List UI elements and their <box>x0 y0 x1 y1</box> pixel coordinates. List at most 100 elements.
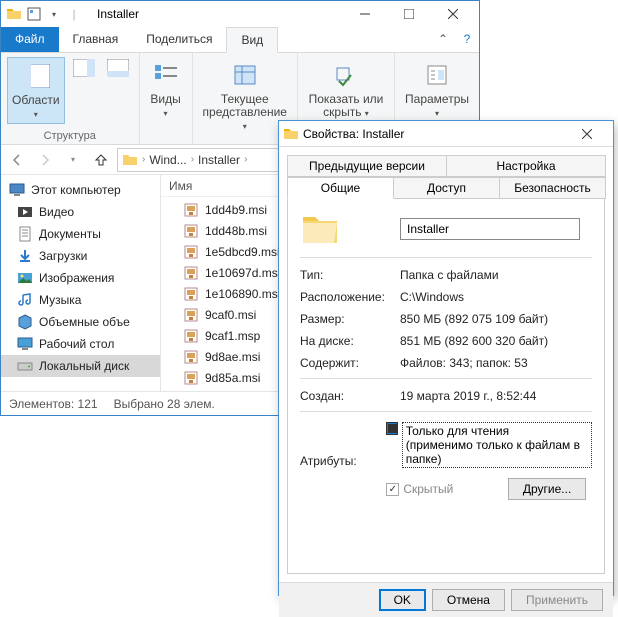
apply-button[interactable]: Применить <box>511 589 603 611</box>
window-controls <box>343 1 475 27</box>
status-selected: Выбрано 28 элем. <box>114 397 215 411</box>
created-label: Создан: <box>300 389 400 403</box>
this-pc-icon <box>9 182 25 198</box>
show-hide-button[interactable]: Показать или скрыть ▾ <box>304 57 388 122</box>
hidden-label: Скрытый <box>403 482 453 496</box>
ok-button[interactable]: OK <box>379 589 426 611</box>
collapse-ribbon-icon[interactable]: ⌃ <box>431 27 455 52</box>
msi-icon <box>183 370 199 386</box>
details-pane-icon <box>107 59 129 77</box>
advanced-button[interactable]: Другие... <box>508 478 586 500</box>
maximize-button[interactable] <box>387 1 431 27</box>
msi-icon <box>183 202 199 218</box>
chevron-right-icon[interactable]: › <box>244 154 247 165</box>
msi-icon <box>183 307 199 323</box>
tab-share[interactable]: Поделиться <box>132 27 226 52</box>
properties-dialog: Свойства: Installer Предыдущие версии На… <box>278 120 614 596</box>
folder-icon <box>283 126 299 142</box>
forward-button[interactable] <box>33 148 57 172</box>
preview-pane-button[interactable] <box>69 57 99 79</box>
file-name: 9caf1.msp <box>205 329 260 343</box>
msi-icon <box>183 349 199 365</box>
desktop-icon <box>17 336 33 352</box>
qat-dropdown-icon[interactable]: ▾ <box>45 5 63 23</box>
properties-qat-icon[interactable] <box>25 5 43 23</box>
views-label: Виды <box>150 92 180 106</box>
tree-label: Этот компьютер <box>31 183 121 197</box>
tree-3d-objects[interactable]: Объемные объе <box>1 311 160 333</box>
recent-dropdown-icon[interactable]: ▾ <box>61 148 85 172</box>
show-hide-label: Показать или скрыть <box>309 92 384 119</box>
tree-videos[interactable]: Видео <box>1 201 160 223</box>
pictures-icon <box>17 270 33 286</box>
tree-label: Объемные объе <box>39 315 130 329</box>
file-name: 1e5dbcd9.msi <box>205 245 280 259</box>
location-value: C:\Windows <box>400 290 464 304</box>
contains-value: Файлов: 343; папок: 53 <box>400 356 528 370</box>
breadcrumb-seg-2[interactable]: Installer <box>198 153 240 167</box>
tab-general[interactable]: Общие <box>287 177 394 199</box>
tree-label: Рабочий стол <box>39 337 114 351</box>
type-label: Тип: <box>300 268 400 282</box>
tab-previous-versions[interactable]: Предыдущие версии <box>287 155 447 177</box>
file-name: 1dd48b.msi <box>205 224 267 238</box>
disk-icon <box>17 358 33 374</box>
readonly-checkbox[interactable] <box>386 422 397 435</box>
preview-pane-icon <box>73 59 95 77</box>
quick-access-toolbar: ▾ | <box>5 5 83 23</box>
tab-file[interactable]: Файл <box>1 27 59 52</box>
tab-customize[interactable]: Настройка <box>446 155 606 177</box>
tree-label: Загрузки <box>39 249 87 263</box>
tab-security[interactable]: Безопасность <box>499 177 606 199</box>
tab-view[interactable]: Вид <box>226 27 278 53</box>
status-count: Элементов: 121 <box>9 397 98 411</box>
tree-this-pc[interactable]: Этот компьютер <box>1 179 160 201</box>
minimize-button[interactable] <box>343 1 387 27</box>
msi-icon <box>183 265 199 281</box>
details-pane-button[interactable] <box>103 57 133 79</box>
hidden-checkbox <box>386 483 399 496</box>
back-button[interactable] <box>5 148 29 172</box>
file-name: 1dd4b9.msi <box>205 203 267 217</box>
msi-icon <box>183 286 199 302</box>
tree-downloads[interactable]: Загрузки <box>1 245 160 267</box>
size-on-disk-value: 851 МБ (892 600 320 байт) <box>400 334 548 348</box>
msi-icon <box>183 244 199 260</box>
current-view-label: Текущее представление <box>203 92 287 119</box>
tree-documents[interactable]: Документы <box>1 223 160 245</box>
attributes-label: Атрибуты: <box>300 454 386 468</box>
tree-label: Изображения <box>39 271 114 285</box>
layout-views-icon <box>150 59 182 91</box>
chevron-right-icon[interactable]: › <box>142 154 145 165</box>
properties-tabs: Предыдущие версии Настройка Общие Доступ… <box>279 147 613 199</box>
cancel-button[interactable]: Отмена <box>432 589 505 611</box>
show-hide-icon <box>330 59 362 91</box>
documents-icon <box>17 226 33 242</box>
folder-name-input[interactable] <box>400 218 580 240</box>
folder-icon <box>122 152 138 168</box>
location-label: Расположение: <box>300 290 400 304</box>
up-button[interactable] <box>89 148 113 172</box>
contains-label: Содержит: <box>300 356 400 370</box>
chevron-right-icon[interactable]: › <box>191 154 194 165</box>
properties-close-button[interactable] <box>565 121 609 147</box>
tab-sharing[interactable]: Доступ <box>393 177 500 199</box>
tab-home[interactable]: Главная <box>59 27 133 52</box>
type-value: Папка с файлами <box>400 268 499 282</box>
tree-pictures[interactable]: Изображения <box>1 267 160 289</box>
file-name: 1e106890.msi <box>205 287 280 301</box>
file-name: 9d85a.msi <box>205 371 260 385</box>
tree-music[interactable]: Музыка <box>1 289 160 311</box>
folder-big-icon <box>300 209 400 249</box>
breadcrumb-seg-1[interactable]: Wind... <box>149 153 186 167</box>
tree-local-disk[interactable]: Локальный диск <box>1 355 160 377</box>
created-value: 19 марта 2019 г., 8:52:44 <box>400 389 536 403</box>
navigation-pane-button[interactable]: Области▾ <box>7 57 65 124</box>
ribbon-tabs: Файл Главная Поделиться Вид ⌃ ? <box>1 27 479 53</box>
help-icon[interactable]: ? <box>455 27 479 52</box>
layout-views-button[interactable]: Виды▾ <box>146 57 186 122</box>
tree-desktop[interactable]: Рабочий стол <box>1 333 160 355</box>
close-button[interactable] <box>431 1 475 27</box>
options-button[interactable]: Параметры▾ <box>401 57 473 122</box>
nav-tree[interactable]: Этот компьютер Видео Документы Загрузки … <box>1 175 161 391</box>
